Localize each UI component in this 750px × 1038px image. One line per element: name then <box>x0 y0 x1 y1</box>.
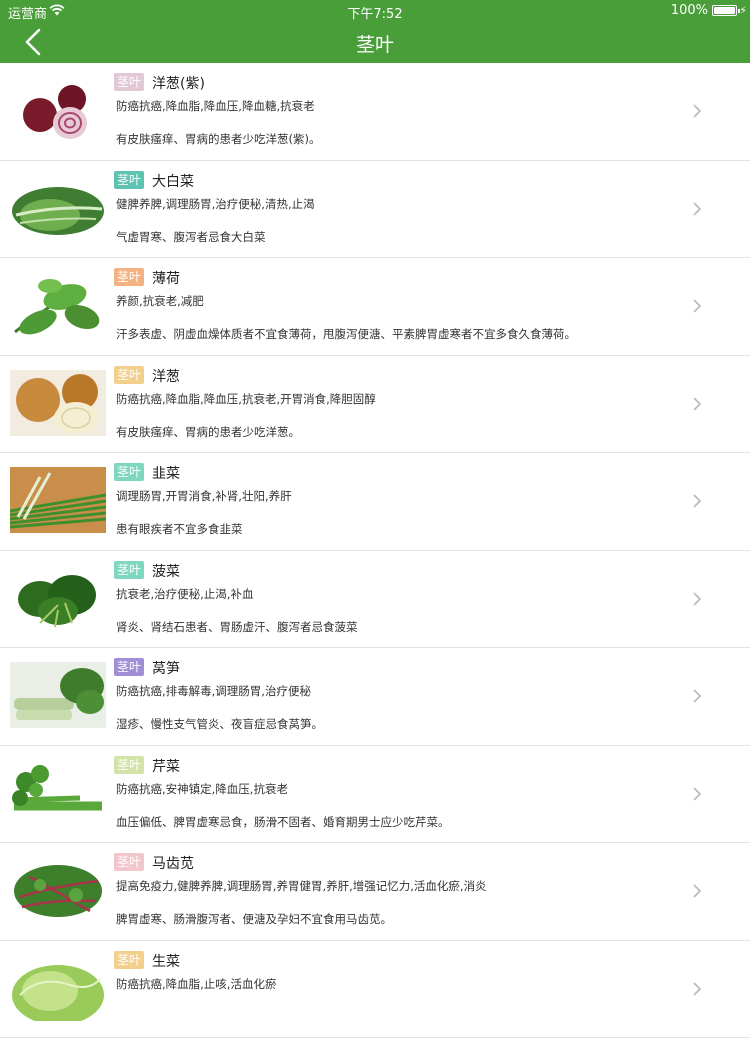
food-effects: 防癌抗癌,降血脂,降血压,降血糖,抗衰老 <box>116 98 315 114</box>
onion-image <box>10 370 106 436</box>
food-taboo: 湿疹、慢性支气管炎、夜盲症忌食莴笋。 <box>116 716 323 732</box>
list-item[interactable]: 茎叶 薄荷 养颜,抗衰老,减肥 汗多表虚、阴虚血燥体质者不宜食薄荷，甩腹泻便溏、… <box>0 258 750 356</box>
purslane-image <box>10 857 106 923</box>
list-item[interactable]: 茎叶 马齿苋 提高免疫力,健脾养脾,调理肠胃,养胃健胃,养肝,增强记忆力,活血化… <box>0 843 750 941</box>
food-effects: 提高免疫力,健脾养脾,调理肠胃,养胃健胃,养肝,增强记忆力,活血化瘀,消炎 <box>116 878 487 894</box>
food-effects: 防癌抗癌,降血脂,降血压,抗衰老,开胃消食,降胆固醇 <box>116 391 376 407</box>
food-list: 茎叶 洋葱(紫) 防癌抗癌,降血脂,降血压,降血糖,抗衰老 有皮肤瘙痒、胃病的患… <box>0 63 750 1038</box>
food-name: 生菜 <box>152 951 180 971</box>
chevron-right-icon <box>692 396 702 412</box>
food-effects: 防癌抗癌,降血脂,止咳,活血化瘀 <box>116 976 276 992</box>
food-taboo: 汗多表虚、阴虚血燥体质者不宜食薄荷，甩腹泻便溏、平素脾胃虚寒者不宜多食久食薄荷。 <box>116 326 576 342</box>
chevron-right-icon <box>692 688 702 704</box>
chevron-right-icon <box>692 201 702 217</box>
food-effects: 抗衰老,治疗便秘,止渴,补血 <box>116 586 253 602</box>
food-name: 菠菜 <box>152 561 180 581</box>
category-tag: 茎叶 <box>114 268 144 286</box>
clock: 下午7:52 <box>0 3 750 22</box>
list-item[interactable]: 茎叶 生菜 防癌抗癌,降血脂,止咳,活血化瘀 <box>0 941 750 1038</box>
purple-onion-image <box>10 77 106 143</box>
nav-bar: 茎叶 <box>0 22 750 63</box>
food-effects: 健脾养脾,调理肠胃,治疗便秘,清热,止渴 <box>116 196 315 212</box>
food-name: 洋葱(紫) <box>152 73 205 93</box>
list-item[interactable]: 茎叶 洋葱 防癌抗癌,降血脂,降血压,抗衰老,开胃消食,降胆固醇 有皮肤瘙痒、胃… <box>0 356 750 454</box>
food-name: 韭菜 <box>152 463 180 483</box>
chives-image <box>10 467 106 533</box>
chevron-right-icon <box>692 493 702 509</box>
chevron-right-icon <box>692 298 702 314</box>
category-tag: 茎叶 <box>114 853 144 871</box>
food-taboo: 血压偏低、脾胃虚寒忌食，肠滑不固者、婚育期男士应少吃芹菜。 <box>116 814 450 830</box>
category-tag: 茎叶 <box>114 951 144 969</box>
food-name: 芹菜 <box>152 756 180 776</box>
food-name: 洋葱 <box>152 366 180 386</box>
celery-image <box>10 760 106 826</box>
food-taboo: 气虚胃寒、腹泻者忌食大白菜 <box>116 229 266 245</box>
food-name: 莴笋 <box>152 658 180 678</box>
category-tag: 茎叶 <box>114 73 144 91</box>
category-tag: 茎叶 <box>114 658 144 676</box>
mint-image <box>10 272 106 338</box>
category-tag: 茎叶 <box>114 366 144 384</box>
spinach-image <box>10 565 106 631</box>
charging-icon: ⚡ <box>739 4 747 17</box>
food-name: 薄荷 <box>152 268 180 288</box>
chevron-right-icon <box>692 981 702 997</box>
list-item[interactable]: 茎叶 芹菜 防癌抗癌,安神镇定,降血压,抗衰老 血压偏低、脾胃虚寒忌食，肠滑不固… <box>0 746 750 844</box>
chevron-right-icon <box>692 103 702 119</box>
food-effects: 养颜,抗衰老,减肥 <box>116 293 204 309</box>
category-tag: 茎叶 <box>114 756 144 774</box>
list-item[interactable]: 茎叶 莴笋 防癌抗癌,排毒解毒,调理肠胃,治疗便秘 湿疹、慢性支气管炎、夜盲症忌… <box>0 648 750 746</box>
food-taboo: 脾胃虚寒、肠滑腹泻者、便溏及孕妇不宜食用马齿苋。 <box>116 911 392 927</box>
food-effects: 调理肠胃,开胃消食,补肾,壮阳,养肝 <box>116 488 292 504</box>
page-title: 茎叶 <box>0 30 750 57</box>
chevron-right-icon <box>692 786 702 802</box>
category-tag: 茎叶 <box>114 463 144 481</box>
battery-icon <box>712 5 737 16</box>
list-item[interactable]: 茎叶 洋葱(紫) 防癌抗癌,降血脂,降血压,降血糖,抗衰老 有皮肤瘙痒、胃病的患… <box>0 63 750 161</box>
food-name: 大白菜 <box>152 171 194 191</box>
top-bar: 运营商 下午7:52 100% ⚡ 茎叶 <box>0 0 750 63</box>
lettuce-image <box>10 955 106 1021</box>
chevron-right-icon <box>692 883 702 899</box>
food-taboo: 肾炎、肾结石患者、胃肠虚汗、腹泻者忌食菠菜 <box>116 619 358 635</box>
category-tag: 茎叶 <box>114 171 144 189</box>
battery-percent: 100% <box>671 3 708 18</box>
napa-cabbage-image <box>10 175 106 241</box>
lettuce-stem-image <box>10 662 106 728</box>
food-taboo: 有皮肤瘙痒、胃病的患者少吃洋葱。 <box>116 424 300 440</box>
status-bar: 运营商 下午7:52 100% ⚡ <box>0 0 750 22</box>
food-taboo: 患有眼疾者不宜多食韭菜 <box>116 521 243 537</box>
list-item[interactable]: 茎叶 韭菜 调理肠胃,开胃消食,补肾,壮阳,养肝 患有眼疾者不宜多食韭菜 <box>0 453 750 551</box>
food-name: 马齿苋 <box>152 853 194 873</box>
category-tag: 茎叶 <box>114 561 144 579</box>
food-taboo: 有皮肤瘙痒、胃病的患者少吃洋葱(紫)。 <box>116 131 320 147</box>
food-effects: 防癌抗癌,安神镇定,降血压,抗衰老 <box>116 781 288 797</box>
food-effects: 防癌抗癌,排毒解毒,调理肠胃,治疗便秘 <box>116 683 311 699</box>
list-item[interactable]: 茎叶 菠菜 抗衰老,治疗便秘,止渴,补血 肾炎、肾结石患者、胃肠虚汗、腹泻者忌食… <box>0 551 750 649</box>
list-item[interactable]: 茎叶 大白菜 健脾养脾,调理肠胃,治疗便秘,清热,止渴 气虚胃寒、腹泻者忌食大白… <box>0 161 750 259</box>
chevron-right-icon <box>692 591 702 607</box>
